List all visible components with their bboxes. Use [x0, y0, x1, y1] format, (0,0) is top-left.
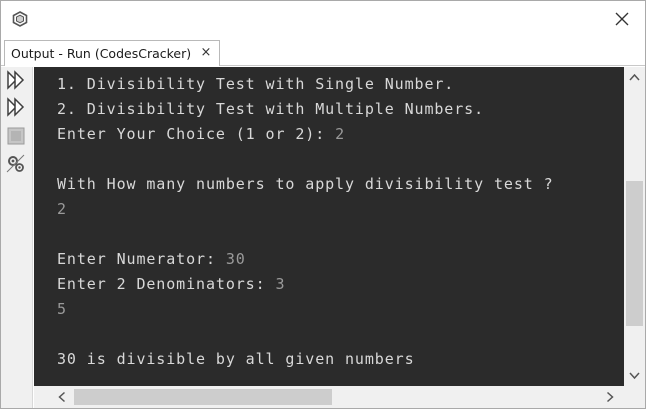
tab-output-run[interactable]: Output - Run (CodesCracker) × — [4, 40, 220, 66]
stop-icon[interactable] — [5, 125, 27, 147]
console-line: Enter Your Choice (1 or 2): 2 — [57, 125, 345, 143]
close-icon[interactable] — [613, 10, 631, 28]
scroll-up-arrow-icon[interactable] — [624, 69, 645, 86]
scroll-left-arrow-icon[interactable] — [54, 389, 71, 405]
rerun-icon[interactable] — [5, 69, 27, 91]
console-line: 2 — [57, 200, 67, 218]
console-line: With How many numbers to apply divisibil… — [57, 175, 554, 193]
console-line: Enter 2 Denominators: 3 — [57, 275, 286, 293]
vertical-scroll-thumb[interactable] — [626, 181, 643, 326]
tab-close-icon[interactable]: × — [199, 46, 213, 60]
horizontal-scroll-thumb[interactable] — [74, 389, 332, 405]
horizontal-scrollbar[interactable] — [34, 386, 624, 408]
tab-label: Output - Run (CodesCracker) — [11, 46, 192, 61]
console-line: Enter Numerator: 30 — [57, 250, 246, 268]
console-line: 2. Divisibility Test with Multiple Numbe… — [57, 100, 485, 118]
output-settings-icon[interactable] — [5, 153, 27, 175]
tab-bar: Output - Run (CodesCracker) × — [1, 39, 645, 66]
console-line: 5 — [57, 300, 67, 318]
scroll-right-arrow-icon[interactable] — [601, 389, 618, 405]
rerun-with-options-icon[interactable] — [5, 96, 27, 118]
output-window: Output - Run (CodesCracker) × 1. Divisib… — [0, 0, 646, 409]
title-bar — [1, 1, 645, 39]
console-line: 30 is divisible by all given numbers — [57, 350, 415, 368]
vertical-scrollbar[interactable] — [624, 67, 645, 386]
scrollbar-corner — [624, 386, 645, 408]
scroll-down-arrow-icon[interactable] — [624, 367, 645, 384]
netbeans-cube-icon — [12, 11, 28, 27]
console-output[interactable]: 1. Divisibility Test with Single Number.… — [34, 67, 624, 386]
console-line: 1. Divisibility Test with Single Number. — [57, 75, 455, 93]
output-toolbar — [1, 67, 33, 408]
